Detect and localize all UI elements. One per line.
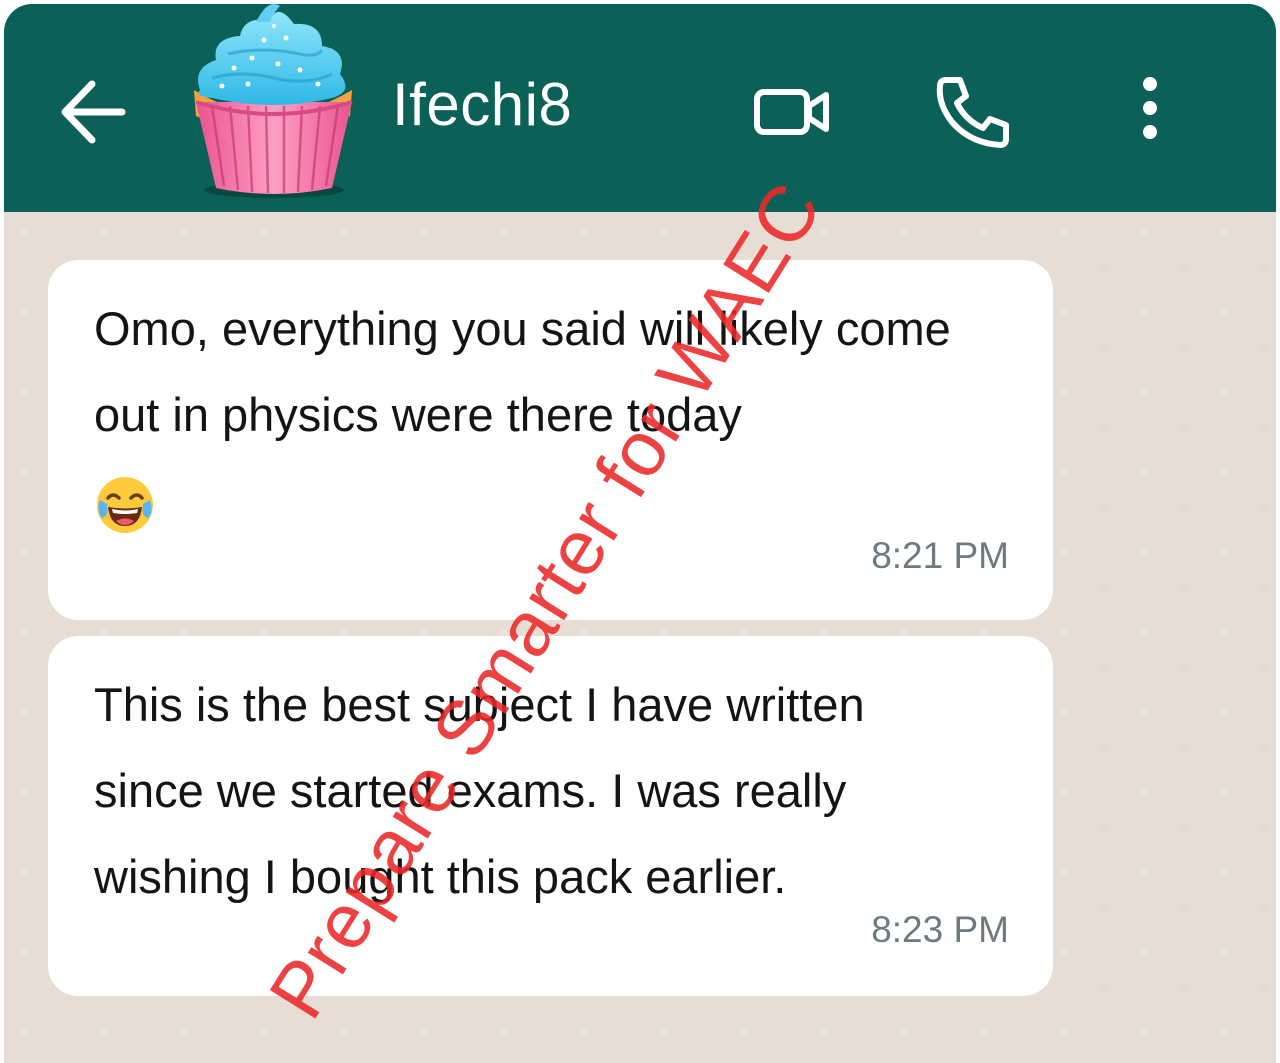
message-text: Omo, everything you said will likely com… bbox=[94, 286, 974, 544]
message-bubble[interactable]: Omo, everything you said will likely com… bbox=[48, 260, 1053, 620]
tears-of-joy-emoji bbox=[94, 474, 156, 536]
cupcake-avatar bbox=[194, 4, 353, 198]
phone-icon bbox=[936, 77, 1009, 148]
chat-header: Ifechi8 bbox=[4, 4, 1276, 212]
more-vertical-icon bbox=[1143, 77, 1157, 139]
arrow-left-icon bbox=[61, 80, 126, 144]
contact-name[interactable]: Ifechi8 bbox=[392, 70, 572, 140]
message-timestamp: 8:23 PM bbox=[871, 909, 1009, 950]
message-timestamp: 8:21 PM bbox=[871, 535, 1009, 576]
video-call-button[interactable] bbox=[752, 82, 832, 142]
message-bubble[interactable]: This is the best subject I have written … bbox=[48, 636, 1053, 996]
voice-call-button[interactable] bbox=[932, 74, 1012, 150]
message-text: This is the best subject I have written … bbox=[94, 678, 865, 903]
avatar[interactable] bbox=[182, 4, 362, 198]
more-options-button[interactable] bbox=[1130, 74, 1170, 150]
message-list[interactable]: Omo, everything you said will likely com… bbox=[4, 212, 1276, 1063]
back-button[interactable] bbox=[56, 74, 132, 150]
video-camera-icon bbox=[754, 89, 829, 135]
chat-window: Ifechi8 Omo, everything you said will li… bbox=[4, 4, 1276, 1063]
